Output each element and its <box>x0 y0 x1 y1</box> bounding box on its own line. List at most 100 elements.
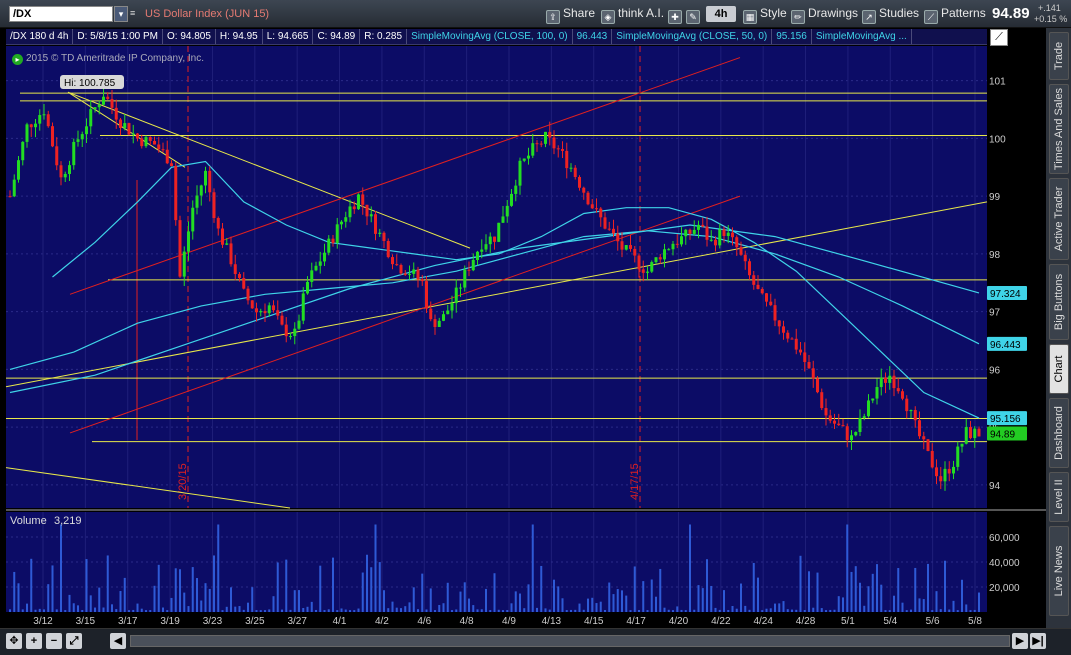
candle-down <box>51 126 54 147</box>
candle-down <box>170 163 173 167</box>
side-tab-dashboard[interactable]: Dashboard <box>1049 398 1069 468</box>
zoom-out-icon[interactable]: − <box>46 633 62 649</box>
volume-bar <box>89 595 92 612</box>
studies-button[interactable]: ↗ Studies <box>862 4 919 24</box>
candle-down <box>148 137 152 141</box>
candle-down <box>352 206 356 210</box>
side-tab-trade[interactable]: Trade <box>1049 32 1069 80</box>
symbol-menu-icon[interactable]: ≡ <box>130 7 141 20</box>
volume-bar <box>561 598 564 612</box>
volume-bar <box>867 586 870 612</box>
price-chart[interactable]: 3/20/154/17/15 101100999897969594 60,000… <box>0 28 1046 628</box>
time-tick-label: 4/28 <box>796 616 816 627</box>
candle-down <box>977 428 981 437</box>
candle-up <box>323 252 326 262</box>
candle-down <box>59 165 63 178</box>
volume-bar <box>434 610 436 612</box>
candle-down <box>548 131 552 138</box>
volume-bar <box>893 595 895 612</box>
candle-up <box>518 160 522 186</box>
candle-up <box>684 229 688 237</box>
price-bubble-label: 95.156 <box>990 414 1021 425</box>
side-tab-big-buttons[interactable]: Big Buttons <box>1049 264 1069 340</box>
candle-down <box>739 247 743 255</box>
zoom-in-icon[interactable]: + <box>26 633 42 649</box>
volume-bar <box>570 609 572 612</box>
candle-down <box>395 264 399 266</box>
price-tick-label: 98 <box>989 250 1001 261</box>
candle-down <box>561 149 564 151</box>
share-icon: ⇪ <box>546 10 560 24</box>
candle-up <box>862 416 866 418</box>
candle-down <box>590 204 594 209</box>
candle-down <box>331 238 335 244</box>
candle-up <box>510 193 513 206</box>
patterns-button[interactable]: ⟋ Patterns <box>924 4 986 24</box>
volume-bar <box>540 565 543 612</box>
symbol-description: US Dollar Index (JUN 15) <box>145 8 270 20</box>
side-tab-live-news[interactable]: Live News <box>1049 526 1069 616</box>
time-tick-label: 4/2 <box>375 616 389 627</box>
candle-up <box>63 173 67 178</box>
volume-bar <box>323 610 326 612</box>
volume-bar <box>361 572 364 612</box>
side-tab-strip: Trade Times And Sales Active Trader Big But… <box>1046 28 1071 628</box>
wrench-tool-button[interactable]: ✎ <box>686 4 703 24</box>
candle-up <box>879 377 883 388</box>
candle-up <box>195 195 199 208</box>
volume-bar <box>395 607 398 612</box>
volume-bar <box>854 566 857 612</box>
chart-scrollbar[interactable] <box>130 635 1010 647</box>
think-label: think A.I. <box>618 6 665 20</box>
candle-down <box>731 232 734 238</box>
play-icon[interactable]: ▸ <box>12 54 23 65</box>
candle-up <box>348 206 352 218</box>
side-tab-chart[interactable]: Chart <box>1049 344 1069 394</box>
volume-bar <box>106 555 109 612</box>
candle-up <box>646 271 649 273</box>
share-button[interactable]: ⇪ Share <box>546 4 595 24</box>
volume-bar <box>264 610 266 612</box>
candle-down <box>361 194 365 205</box>
side-tab-level-ii[interactable]: Level II <box>1049 472 1069 522</box>
time-tick-label: 3/19 <box>160 616 180 627</box>
volume-bar <box>26 603 28 612</box>
symbol-dropdown-icon[interactable]: ▾ <box>114 6 128 22</box>
candle-up <box>450 303 454 311</box>
pan-icon[interactable]: ✥ <box>6 633 22 649</box>
candle-down <box>756 284 760 290</box>
candle-down <box>811 368 815 379</box>
side-tab-times-and-sales[interactable]: Times And Sales <box>1049 84 1069 174</box>
candle-down <box>905 398 909 412</box>
volume-bar <box>391 601 394 612</box>
scroll-right-icon[interactable]: ▶ <box>1012 633 1028 649</box>
style-button[interactable]: ▦ Style <box>743 4 787 24</box>
candle-down <box>743 254 747 262</box>
volume-bar <box>306 606 309 612</box>
volume-bar <box>659 568 662 612</box>
think-icon: ◈ <box>601 10 615 24</box>
candle-down <box>429 308 433 320</box>
side-tab-label: Dashboard <box>1053 406 1065 460</box>
fit-icon[interactable]: ⤢ <box>66 633 82 649</box>
date-marker-label: 4/17/15 <box>629 463 641 500</box>
candle-up <box>709 239 713 241</box>
candle-down <box>565 150 569 169</box>
volume-bar <box>536 607 538 612</box>
think-ai-button[interactable]: ◈ think A.I. <box>601 4 665 24</box>
candle-up <box>306 281 309 294</box>
candle-down <box>416 269 420 280</box>
volume-bar <box>374 524 377 612</box>
timeframe-button[interactable]: 4h <box>706 6 736 22</box>
candle-down <box>612 228 615 234</box>
time-tick-label: 4/15 <box>584 616 604 627</box>
copyright-notice: ▸ 2015 © TD Ameritrade IP Company, Inc. <box>12 53 204 65</box>
candle-down <box>399 265 403 274</box>
symbol-input[interactable]: /DX <box>9 6 113 22</box>
drawings-button[interactable]: ✏ Drawings <box>791 4 858 24</box>
jump-end-icon[interactable]: ▶| <box>1030 633 1046 649</box>
side-tab-active-trader[interactable]: Active Trader <box>1049 178 1069 260</box>
scroll-left-icon[interactable]: ◀ <box>110 633 126 649</box>
crosshair-tool-button[interactable]: ✚ <box>668 4 685 24</box>
volume-bar <box>77 605 79 612</box>
